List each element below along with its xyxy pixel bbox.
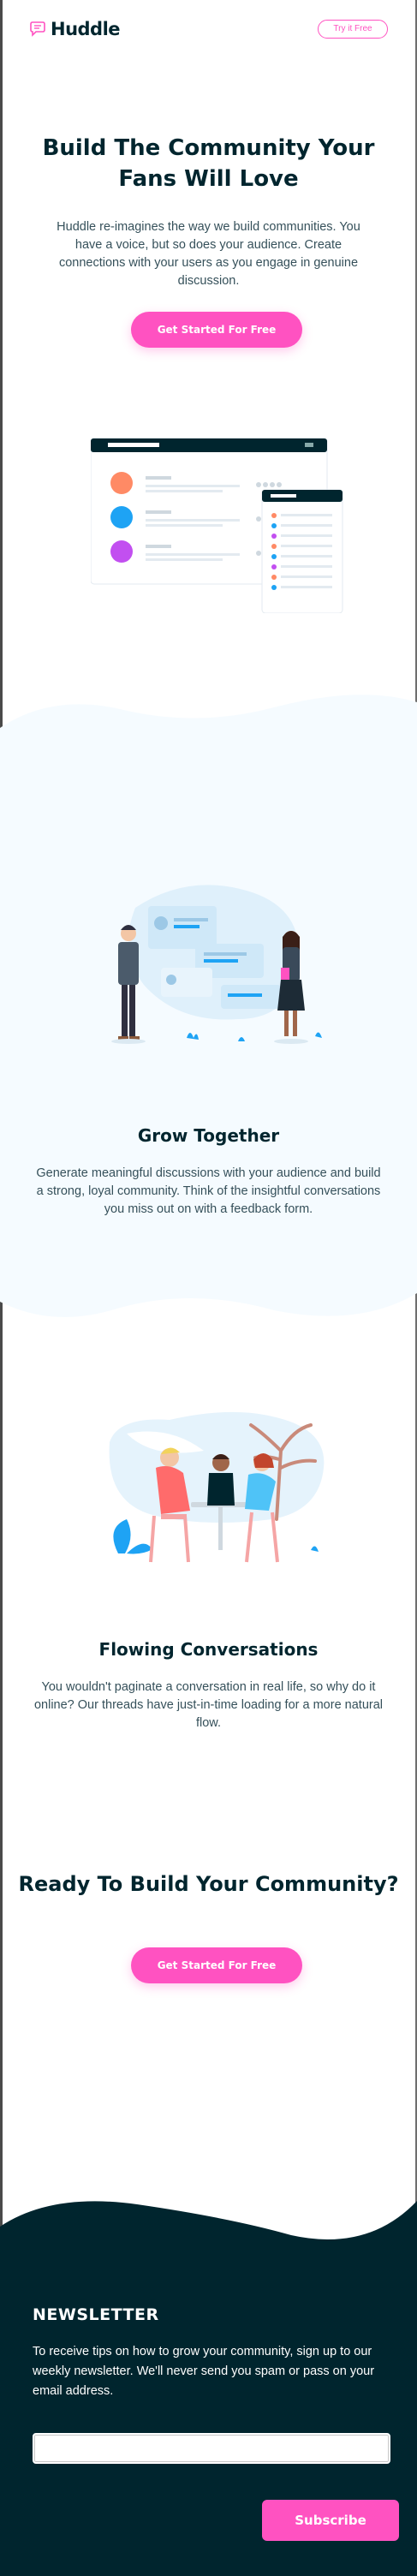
- logo[interactable]: Huddle: [29, 19, 121, 39]
- chat-bubble-icon: [30, 21, 45, 37]
- feature-text-flowing-conversations: You wouldn't paginate a conversation in …: [33, 1680, 384, 1730]
- hero-text: Huddle re-imagines the way we build comm…: [57, 220, 360, 288]
- site-header: Huddle Try it Free: [29, 17, 388, 43]
- email-field[interactable]: [33, 2433, 390, 2464]
- feature-title-grow-together: Grow Together: [137, 1125, 280, 1146]
- final-cta-title: Ready To Build Your Community?: [18, 1872, 399, 1896]
- footer-wave: [0, 2201, 417, 2252]
- feature-title-flowing-conversations: Flowing Conversations: [98, 1639, 319, 1660]
- app-mockup-illustration: [91, 438, 343, 613]
- newsletter-text: To receive tips on how to grow your comm…: [33, 2345, 375, 2398]
- newsletter-title: NEWSLETTER: [33, 2305, 159, 2324]
- feature-text-grow-together: Generate meaningful discussions with you…: [36, 1166, 381, 1216]
- logo-text: Huddle: [51, 19, 121, 39]
- people-presenting-illustration: [111, 885, 322, 1044]
- subscribe-button[interactable]: Subscribe: [262, 2500, 399, 2541]
- hero-title: Build The Community Your Fans Will Love: [42, 135, 375, 192]
- people-at-table-illustration: [109, 1411, 325, 1563]
- get-started-button[interactable]: Get Started For Free: [131, 312, 302, 348]
- final-get-started-button[interactable]: Get Started For Free: [131, 1947, 302, 1983]
- try-free-button[interactable]: Try it Free: [318, 20, 388, 39]
